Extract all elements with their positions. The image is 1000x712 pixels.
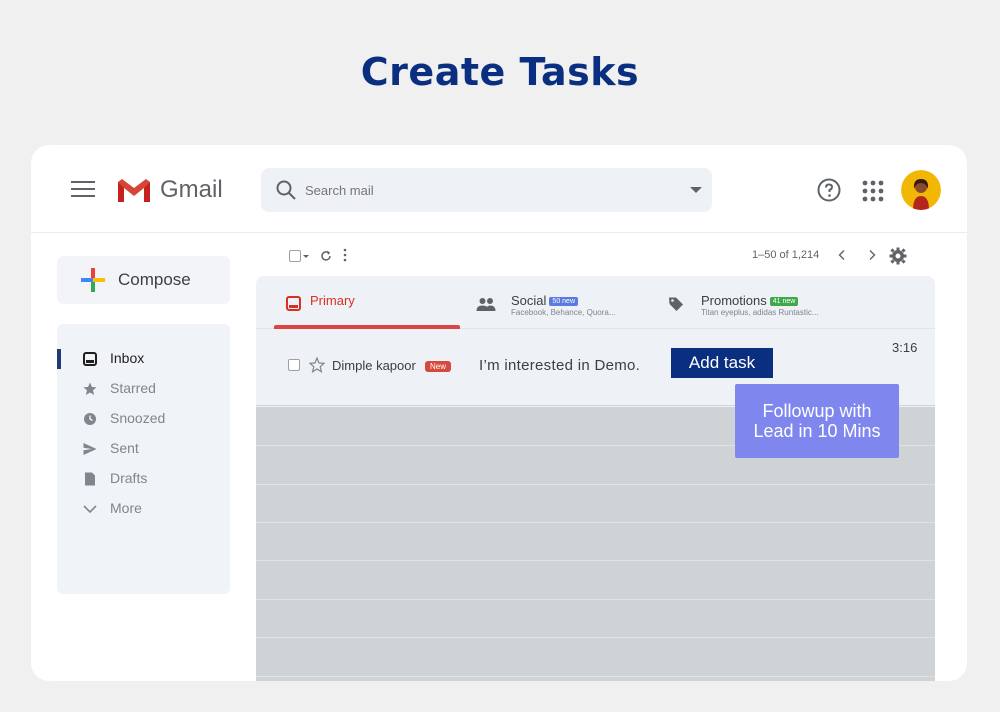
compose-plus-icon	[81, 268, 105, 292]
gmail-logo-icon	[118, 179, 150, 202]
more-vert-icon[interactable]	[340, 248, 350, 262]
row-checkbox[interactable]	[288, 359, 300, 371]
sidebar-item-drafts[interactable]: Drafts	[57, 464, 230, 494]
search-icon[interactable]	[275, 179, 297, 201]
add-task-button[interactable]: Add task	[671, 348, 773, 378]
inbox-icon	[286, 296, 301, 311]
people-icon	[476, 298, 496, 311]
tab-subtitle: Facebook, Behance, Quora...	[511, 308, 616, 317]
mail-toolbar: 1–50 of 1,214	[31, 245, 967, 269]
tooltip-line-2: Lead in 10 Mins	[753, 421, 881, 441]
select-caret-icon[interactable]	[303, 255, 309, 258]
star-icon	[83, 382, 97, 395]
apps-grid-icon[interactable]	[862, 180, 884, 202]
sidebar-item-label: Drafts	[110, 470, 148, 486]
gear-icon[interactable]	[889, 247, 907, 265]
gmail-window: Gmail Search mail Compose Inbox Starred …	[31, 145, 967, 681]
tab-subtitle: Titan eyeplus, adidas Runtastic...	[701, 308, 819, 317]
divider	[256, 484, 935, 485]
gmail-logo-text: Gmail	[160, 176, 223, 203]
sidebar-item-snoozed[interactable]: Snoozed	[57, 404, 230, 434]
sidebar-item-label: Inbox	[110, 350, 145, 366]
category-tabs: Primary Social 50 new Facebook, Behance, …	[256, 276, 935, 329]
chevron-down-icon	[83, 505, 97, 514]
tab-label: Social 50 new	[511, 293, 578, 308]
active-tab-underline	[274, 325, 460, 329]
top-bar: Gmail	[31, 145, 967, 233]
page-title: Create Tasks	[360, 50, 640, 94]
new-badge: New	[425, 361, 452, 372]
refresh-icon[interactable]	[320, 250, 332, 262]
draft-icon	[85, 472, 95, 486]
tooltip-line-1: Followup with	[762, 401, 872, 421]
divider	[256, 560, 935, 561]
tab-label: Promotions 41 new	[701, 293, 799, 308]
mail-time: 3:16	[892, 340, 918, 355]
sidebar-item-more[interactable]: More	[57, 494, 230, 524]
sidebar-item-label: More	[110, 500, 142, 516]
sidebar-item-inbox[interactable]: Inbox	[57, 344, 230, 374]
tag-icon	[669, 297, 683, 311]
sender-name: Dimple kapoor	[332, 358, 416, 373]
new-count-badge: 41 new	[769, 297, 799, 306]
sidebar-item-label: Starred	[110, 380, 156, 396]
avatar[interactable]	[901, 170, 941, 210]
tab-primary[interactable]: Primary	[274, 276, 460, 329]
search-options-caret-icon[interactable]	[690, 187, 702, 193]
mail-list-panel: Primary Social 50 new Facebook, Behance, …	[256, 276, 935, 681]
send-icon	[83, 443, 97, 455]
tab-social[interactable]: Social 50 new Facebook, Behance, Quora...	[476, 276, 656, 329]
clock-icon	[84, 413, 96, 425]
pager-text: 1–50 of 1,214	[752, 249, 820, 261]
chevron-left-icon[interactable]	[836, 249, 848, 261]
search-input[interactable]	[305, 180, 645, 200]
help-icon[interactable]	[817, 178, 841, 202]
sidebar-nav: Inbox Starred Snoozed Sent Drafts More	[57, 324, 230, 594]
select-all-checkbox[interactable]	[289, 250, 301, 262]
new-count-badge: 50 new	[549, 297, 578, 306]
sidebar-item-sent[interactable]: Sent	[57, 434, 230, 464]
compose-label: Compose	[118, 270, 191, 289]
chevron-right-icon[interactable]	[866, 249, 878, 261]
tab-label: Primary	[310, 293, 355, 308]
tab-promotions[interactable]: Promotions 41 new Titan eyeplus, adidas R…	[668, 276, 868, 329]
search-bar[interactable]	[261, 168, 712, 212]
hamburger-menu-icon[interactable]	[71, 181, 95, 199]
sidebar-item-label: Sent	[110, 440, 139, 456]
active-indicator	[57, 349, 61, 369]
sidebar-item-label: Snoozed	[110, 410, 166, 426]
divider	[256, 676, 935, 677]
inbox-icon	[83, 352, 97, 366]
mail-subject: I’m interested in Demo.	[479, 357, 641, 374]
divider	[256, 599, 935, 600]
star-icon[interactable]	[309, 357, 325, 373]
divider	[256, 637, 935, 638]
sidebar-item-starred[interactable]: Starred	[57, 374, 230, 404]
task-tooltip: Followup with Lead in 10 Mins	[735, 384, 899, 458]
divider	[256, 522, 935, 523]
